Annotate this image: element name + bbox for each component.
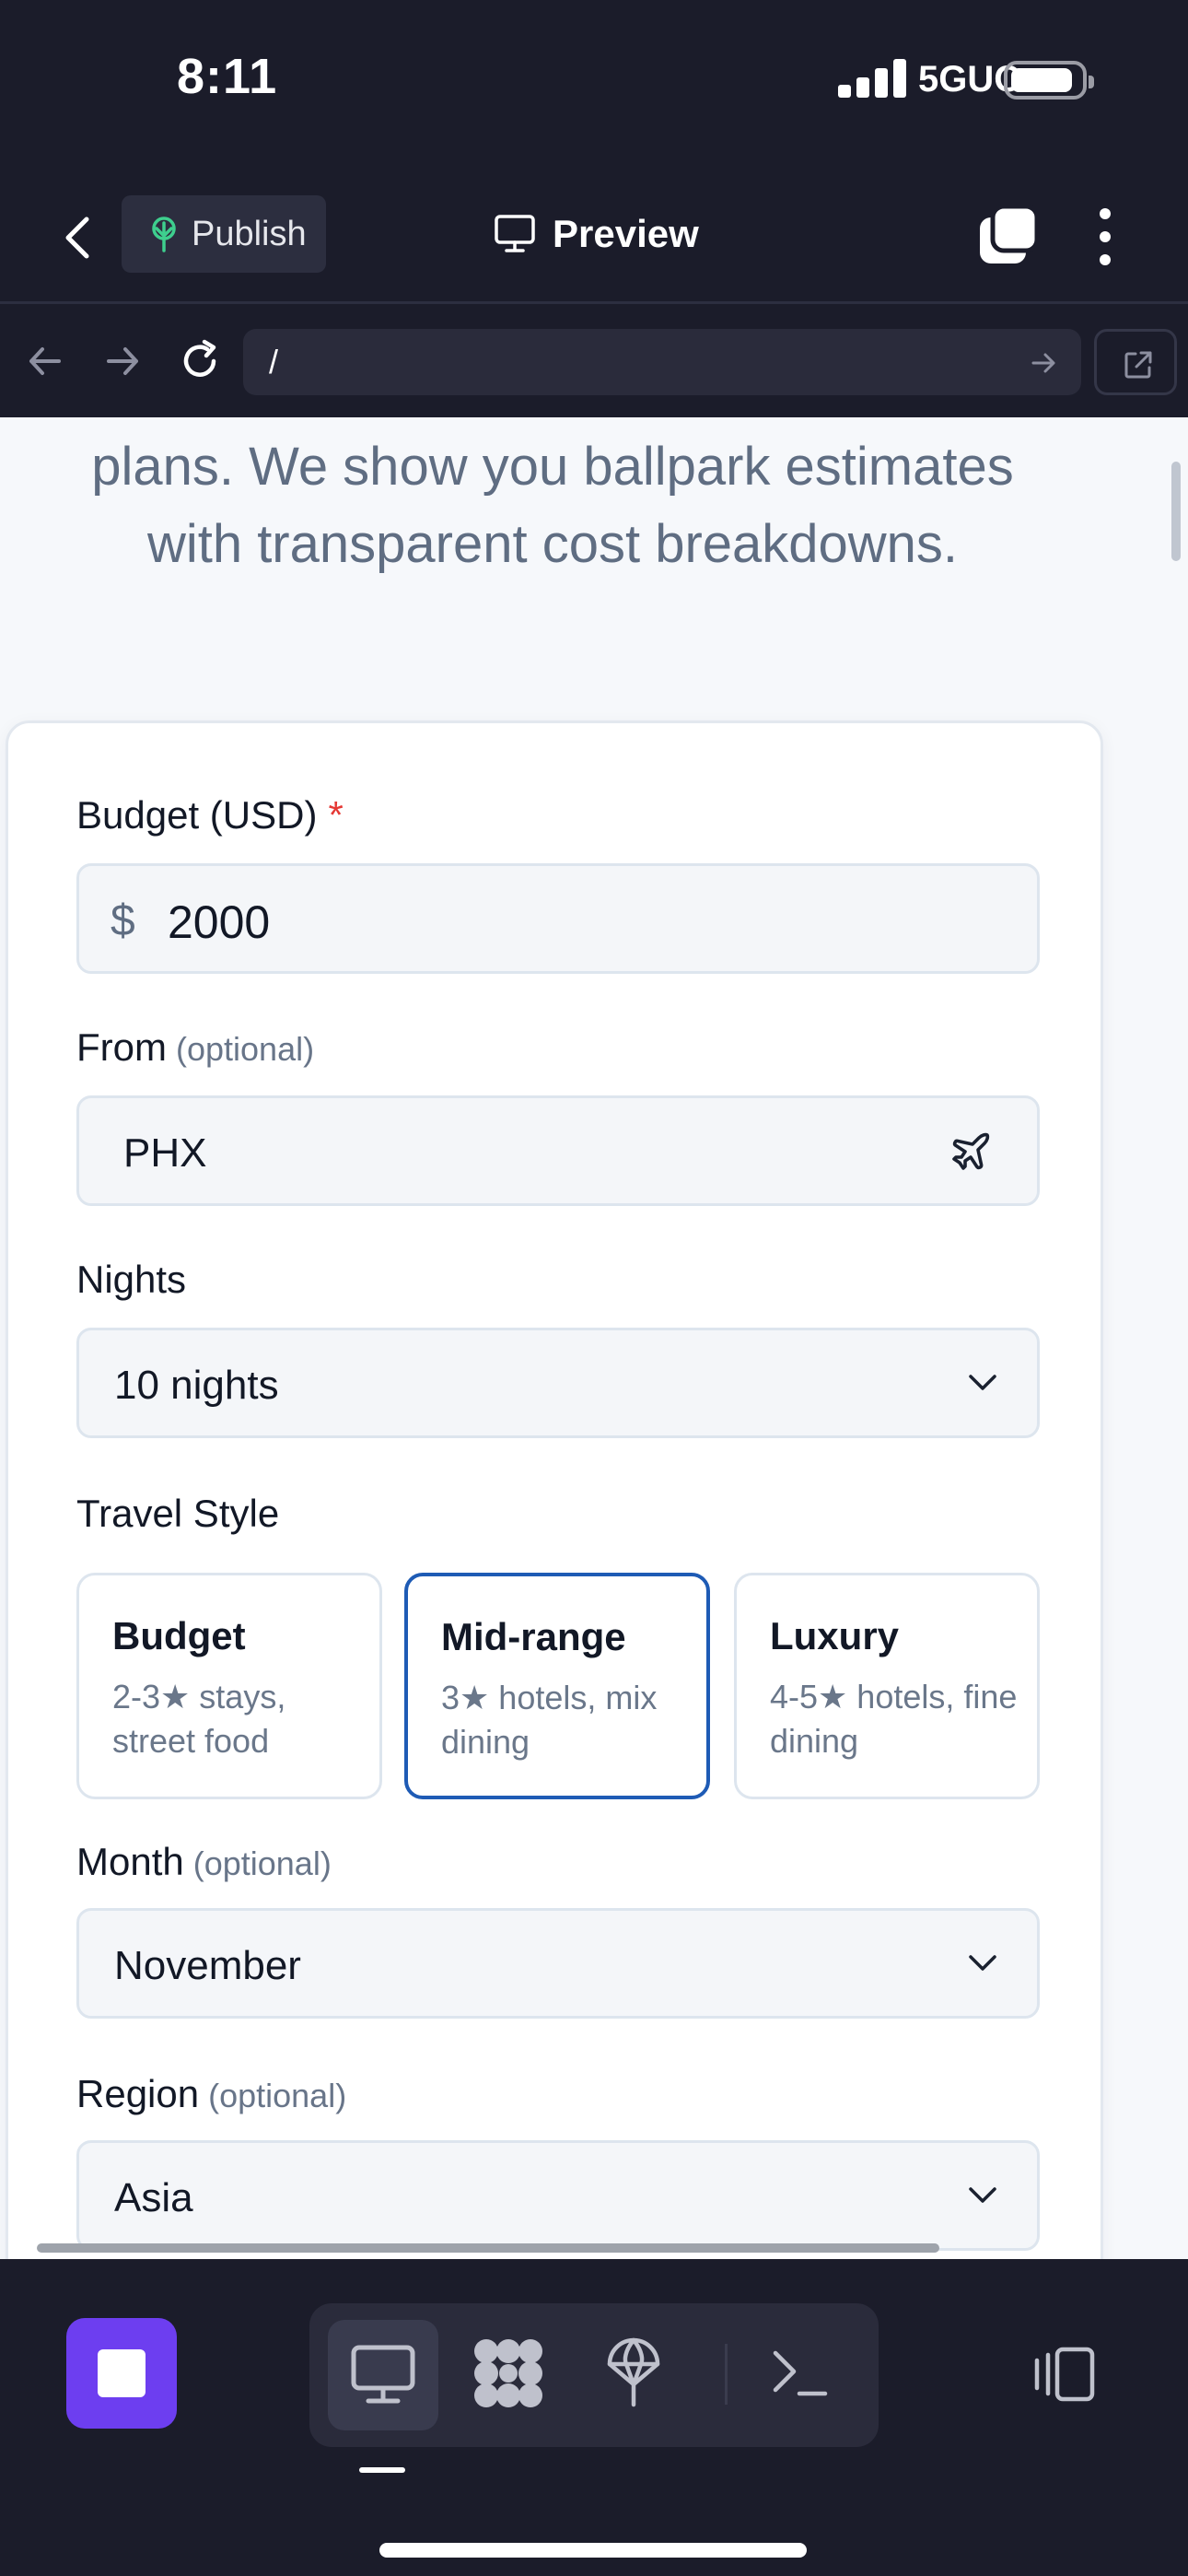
desktop-icon	[351, 2345, 415, 2404]
month-select[interactable]: November	[76, 1908, 1040, 2019]
back-button[interactable]	[57, 210, 98, 265]
vertical-scrollbar[interactable]	[1171, 462, 1181, 561]
style-option-desc: 3★ hotels, mix dining	[441, 1679, 658, 1761]
battery-icon	[1004, 61, 1094, 100]
style-option-title: Budget	[112, 1614, 246, 1657]
horizontal-scrollbar[interactable]	[37, 2243, 939, 2253]
style-option-mid-range[interactable]: Mid-range 3★ hotels, mix dining	[404, 1573, 710, 1799]
region-value: Asia	[114, 2175, 193, 2220]
publish-label: Publish	[192, 215, 307, 253]
intro-line-2: with transparent cost breakdowns.	[146, 514, 959, 574]
url-bar: /	[0, 307, 1188, 417]
from-value: PHX	[123, 1130, 207, 1176]
style-option-title: Mid-range	[441, 1615, 626, 1658]
tabs-icon	[980, 204, 1040, 263]
reload-icon[interactable]	[177, 338, 223, 384]
active-tab-indicator	[359, 2467, 405, 2473]
optional-hint: (optional)	[176, 1030, 315, 1068]
tool-switcher	[309, 2303, 879, 2447]
nights-select[interactable]: 10 nights	[76, 1328, 1040, 1438]
page-viewport[interactable]: plans. We show you ballpark estimates wi…	[0, 417, 1188, 2259]
style-option-desc: 2-3★ stays, street food	[112, 1678, 286, 1760]
from-label: From (optional)	[76, 1025, 315, 1069]
currency-symbol: $	[111, 896, 135, 945]
bottom-dock	[0, 2259, 1188, 2576]
deploy-icon[interactable]	[604, 2333, 663, 2410]
open-external-icon	[1124, 351, 1152, 379]
desktop-tab[interactable]	[328, 2320, 438, 2430]
home-indicator	[379, 2543, 807, 2558]
url-input[interactable]: /	[243, 329, 1081, 395]
chevron-down-icon	[969, 1955, 996, 1971]
preview-button[interactable]: Preview	[494, 199, 715, 269]
tabs-button[interactable]	[976, 204, 1041, 269]
month-label: Month (optional)	[76, 1840, 332, 1883]
nights-label: Nights	[76, 1258, 187, 1301]
chevron-down-icon	[969, 1375, 996, 1390]
month-value: November	[114, 1943, 301, 1988]
required-mark: *	[328, 793, 344, 837]
top-toolbar: Publish Preview	[0, 166, 1188, 304]
signal-icon	[838, 59, 912, 98]
region-label: Region (optional)	[76, 2072, 347, 2115]
travel-style-label: Travel Style	[76, 1492, 280, 1535]
plane-icon	[952, 1132, 990, 1170]
publish-button[interactable]: Publish	[122, 195, 326, 273]
from-input[interactable]: PHX	[76, 1095, 1040, 1206]
optional-hint: (optional)	[192, 1844, 332, 1882]
terminal-icon[interactable]	[770, 2346, 829, 2401]
region-select[interactable]: Asia	[76, 2140, 1040, 2251]
back-chevron-icon	[65, 217, 89, 259]
intro-line-1: plans. We show you ballpark estimates	[91, 437, 1014, 497]
style-option-title: Luxury	[770, 1614, 900, 1657]
optional-hint: (optional)	[208, 2077, 347, 2114]
go-arrow-icon[interactable]	[1030, 349, 1057, 377]
stop-icon	[98, 2349, 146, 2397]
nights-value: 10 nights	[114, 1363, 279, 1408]
budget-value: 2000	[168, 896, 271, 948]
style-option-desc: 4-5★ hotels, fine dining	[770, 1678, 1018, 1760]
open-external-button[interactable]	[1094, 329, 1177, 395]
stop-button[interactable]	[66, 2318, 177, 2429]
more-options-button[interactable]	[1087, 205, 1124, 269]
arrow-left-icon[interactable]	[24, 340, 66, 382]
intro-text: plans. We show you ballpark estimates wi…	[18, 428, 1087, 583]
publish-tree-icon	[152, 217, 176, 252]
url-text: /	[269, 343, 279, 381]
style-option-luxury[interactable]: Luxury 4-5★ hotels, fine dining	[734, 1573, 1040, 1799]
status-bar: 8:11 5GUC	[0, 0, 1188, 166]
style-option-budget[interactable]: Budget 2-3★ stays, street food	[76, 1573, 382, 1799]
modules-icon[interactable]	[472, 2336, 545, 2410]
status-time: 8:11	[177, 49, 278, 104]
divider	[725, 2344, 728, 2405]
trip-form-card: Budget (USD) * $ 2000 From (optional) PHX …	[6, 720, 1103, 2259]
budget-input[interactable]: $ 2000	[76, 863, 1040, 974]
preview-label: Preview	[553, 212, 699, 255]
arrow-right-icon[interactable]	[101, 340, 144, 382]
chevron-down-icon	[969, 2187, 996, 2203]
more-vertical-icon	[1100, 208, 1111, 265]
monitor-icon	[495, 215, 535, 252]
budget-label: Budget (USD) *	[76, 793, 344, 837]
layout-toggle-icon[interactable]	[1031, 2346, 1098, 2403]
